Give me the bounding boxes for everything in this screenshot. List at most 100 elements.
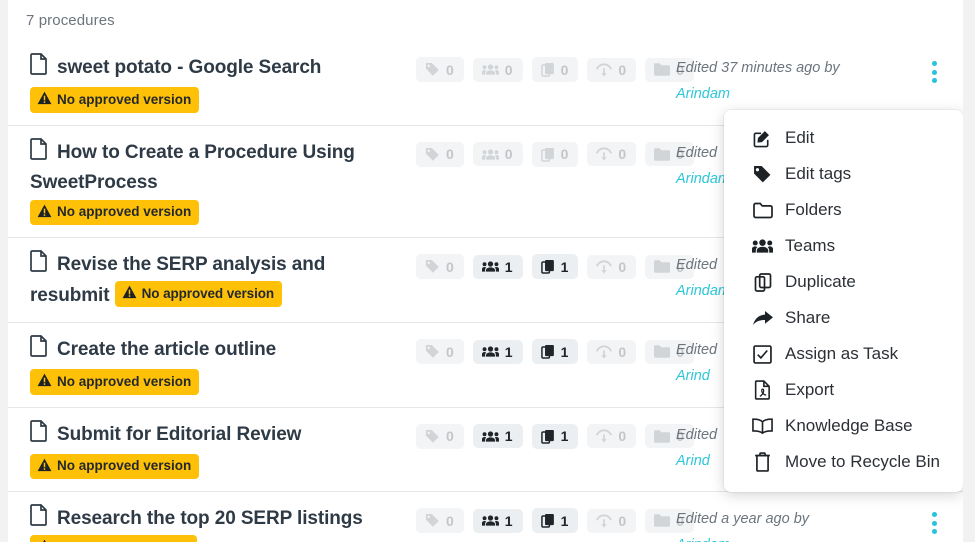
tag-icon <box>425 259 440 274</box>
procedure-title[interactable]: Create the article outline <box>30 335 408 366</box>
menu-item-label: Export <box>785 380 835 399</box>
kebab-dot <box>931 520 937 526</box>
row-menu-button[interactable] <box>925 59 943 85</box>
procedure-title[interactable]: How to Create a Procedure Using SweetPro… <box>30 137 408 197</box>
kebab-dot <box>931 512 937 517</box>
menu-item-share[interactable]: Share <box>724 300 963 336</box>
menu-item-label: Edit tags <box>785 164 852 183</box>
stat-duplicate[interactable]: 1 <box>531 254 579 279</box>
author-link[interactable]: Arindam <box>676 81 921 107</box>
stat-count: 0 <box>618 61 627 78</box>
duplicate-icon <box>540 147 555 162</box>
stat-share[interactable]: 0 <box>587 508 637 533</box>
procedure-title[interactable]: sweet potato - Google Search <box>30 53 408 84</box>
stat-duplicate[interactable]: 0 <box>531 141 579 167</box>
status-badge-label: No approved version <box>57 373 192 389</box>
stat-count: 1 <box>504 258 513 275</box>
menu-item-duplicate[interactable]: Duplicate <box>724 264 963 300</box>
menu-item-knowledge-base[interactable]: Knowledge Base <box>724 408 963 444</box>
stat-tags[interactable]: 0 <box>416 141 464 167</box>
stat-teams[interactable]: 1 <box>472 254 523 279</box>
row-edited-meta: Edited 37 minutes ago by Arindam <box>676 55 921 107</box>
teams-icon <box>481 514 499 527</box>
document-icon <box>30 419 48 451</box>
share-icon <box>596 147 613 161</box>
stat-teams[interactable]: 1 <box>472 424 523 448</box>
menu-item-label: Assign as Task <box>785 344 899 363</box>
procedure-title-text: Research the top 20 SERP listings <box>57 508 363 529</box>
menu-item-label: Knowledge Base <box>785 416 913 435</box>
menu-item-edit[interactable]: Edit <box>724 120 963 156</box>
edited-text: Edited <box>676 342 718 358</box>
status-badge: No approved version <box>30 199 200 225</box>
tag-icon <box>425 429 440 444</box>
stat-tags[interactable]: 0 <box>416 57 464 82</box>
document-icon <box>30 250 48 281</box>
menu-item-folders[interactable]: Folders <box>724 192 963 228</box>
procedure-title[interactable]: Revise the SERP analysis and resubmit No… <box>30 250 408 310</box>
procedure-title-text: Submit for Editorial Review <box>57 423 302 445</box>
tag-icon <box>425 62 440 77</box>
stat-tags[interactable]: 0 <box>416 339 464 364</box>
menu-item-edit-tags[interactable]: Edit tags <box>724 156 963 192</box>
edited-text: Edited a year ago by <box>676 511 810 527</box>
stat-teams[interactable]: 1 <box>472 339 523 364</box>
duplicate-icon <box>752 272 773 292</box>
content-panel: 7 procedures sweet potato - Google Searc… <box>8 0 963 542</box>
edited-text: Edited <box>676 144 718 161</box>
row-stats: 0 1 1 0 0 <box>416 508 694 533</box>
procedure-title-text: sweet potato - Google Search <box>57 57 322 78</box>
status-badge-label: No approved version <box>57 91 192 107</box>
share-icon <box>596 62 613 77</box>
stat-teams[interactable]: 1 <box>472 508 523 533</box>
author-link[interactable]: Arindam <box>676 532 921 542</box>
stat-tags[interactable]: 0 <box>416 254 464 279</box>
kebab-dot <box>931 61 937 66</box>
share-icon <box>596 344 613 359</box>
row-menu-button[interactable] <box>925 510 943 536</box>
status-badge: No approved version <box>30 369 200 395</box>
stat-tags[interactable]: 0 <box>416 423 464 449</box>
warning-triangle-icon <box>37 458 52 475</box>
row-stats: 0 1 1 0 0 <box>416 423 694 449</box>
teams-icon <box>481 63 499 76</box>
row-context-menu[interactable]: Edit Edit tags Folders Teams Duplicate S… <box>724 110 963 492</box>
menu-item-assign-as-task[interactable]: Assign as Task <box>724 336 963 372</box>
stat-tags[interactable]: 0 <box>416 508 464 533</box>
table-row[interactable]: Research the top 20 SERP listings No app… <box>8 492 963 542</box>
stat-duplicate[interactable]: 1 <box>531 339 579 364</box>
folder-icon <box>752 202 773 219</box>
edited-text: Edited <box>676 257 718 273</box>
menu-item-export[interactable]: Export <box>724 372 963 408</box>
warning-triangle-icon <box>37 373 52 390</box>
stat-share[interactable]: 0 <box>587 339 637 364</box>
share-icon <box>596 259 613 274</box>
stat-teams[interactable]: 0 <box>472 142 523 166</box>
menu-item-label: Edit <box>785 128 815 147</box>
duplicate-icon <box>540 259 555 274</box>
stat-share[interactable]: 0 <box>587 254 637 279</box>
menu-item-label: Duplicate <box>785 272 856 291</box>
menu-item-label: Folders <box>785 200 842 219</box>
stat-duplicate[interactable]: 1 <box>531 508 579 533</box>
stat-share[interactable]: 0 <box>587 424 637 448</box>
folder-icon <box>654 345 671 358</box>
status-badge: No approved version <box>30 87 200 113</box>
row-title-area: Create the article outline No approved v… <box>8 335 408 395</box>
stat-share[interactable]: 0 <box>587 57 637 82</box>
tag-icon <box>425 147 440 162</box>
procedure-title[interactable]: Research the top 20 SERP listings No app… <box>30 504 408 542</box>
teams-icon <box>481 430 499 443</box>
menu-item-move-to-recycle-bin[interactable]: Move to Recycle Bin <box>724 444 963 480</box>
menu-item-teams[interactable]: Teams <box>724 228 963 264</box>
stat-count: 0 <box>446 428 454 444</box>
row-stats: 0 0 0 0 0 <box>416 141 694 167</box>
procedure-title[interactable]: Submit for Editorial Review <box>30 419 408 451</box>
warning-triangle-icon <box>122 285 137 302</box>
stat-teams[interactable]: 0 <box>472 57 523 82</box>
stat-duplicate[interactable]: 0 <box>531 57 579 82</box>
trash-icon <box>752 452 773 472</box>
stat-share[interactable]: 0 <box>587 142 637 166</box>
document-icon <box>30 335 48 366</box>
stat-duplicate[interactable]: 1 <box>531 423 579 449</box>
